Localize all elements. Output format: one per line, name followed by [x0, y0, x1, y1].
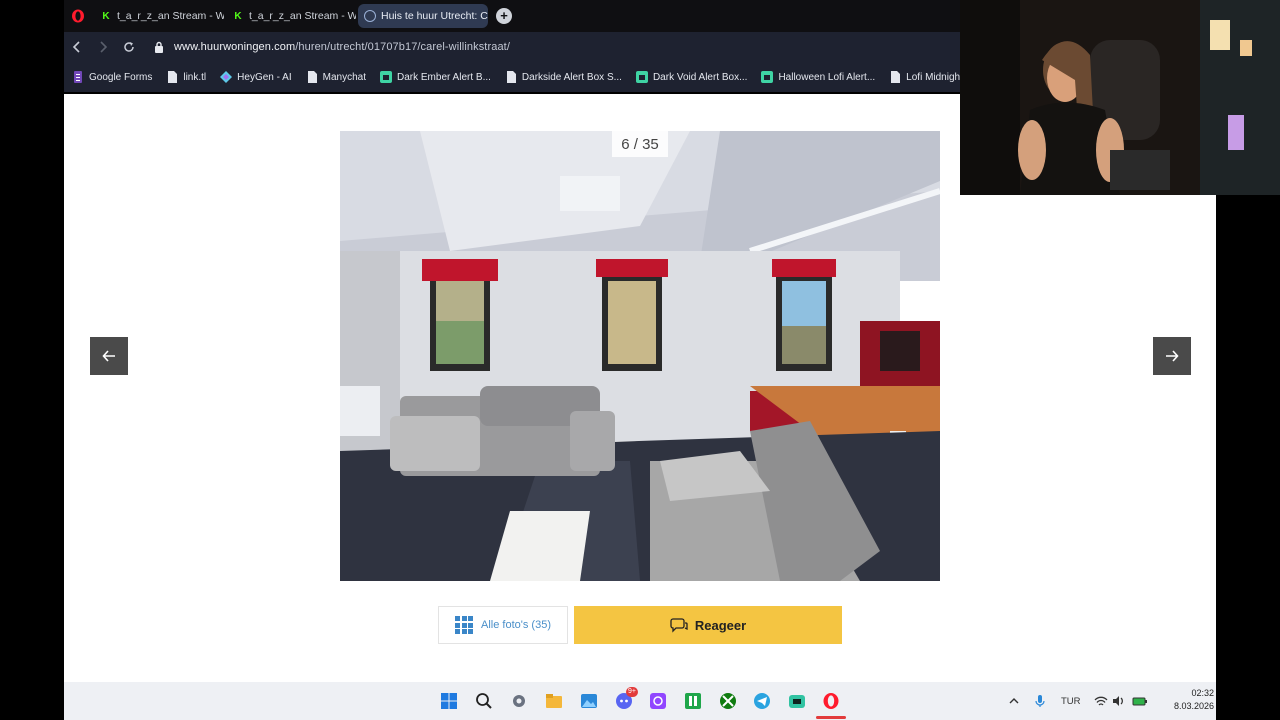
bookmark-label: Lofi Midnight Widg...	[906, 71, 960, 83]
volume-icon[interactable]	[1112, 692, 1126, 710]
streamelements-icon	[635, 71, 648, 83]
reload-button[interactable]	[116, 34, 142, 60]
photos-icon[interactable]	[580, 692, 598, 710]
page-icon	[891, 71, 901, 83]
bookmark-manychat[interactable]: Manychat	[306, 71, 366, 83]
tab-title: t_a_r_z_an Stream - Watch	[249, 10, 356, 22]
search-icon[interactable]	[475, 692, 493, 710]
bookmark-label: HeyGen - AI	[237, 71, 292, 83]
previous-photo-button[interactable]	[90, 337, 128, 375]
telegram-icon[interactable]	[753, 692, 771, 710]
chat-bubble-icon	[670, 618, 688, 633]
forward-button[interactable]	[90, 34, 116, 60]
globe-icon	[364, 10, 376, 22]
respond-label: Reageer	[694, 617, 747, 633]
url-domain: www.huurwoningen.com	[174, 41, 296, 53]
spreadsheet-icon[interactable]	[684, 692, 702, 710]
url-path: /huren/utrecht/01707b17/carel-willinkstr…	[295, 41, 510, 53]
bookmark-dark-ember[interactable]: Dark Ember Alert B...	[379, 71, 491, 83]
streamlabs-icon[interactable]	[788, 692, 806, 710]
bookmark-label: Dark Ember Alert B...	[396, 71, 491, 83]
google-forms-icon	[74, 71, 82, 83]
address-bar: www.huurwoningen.com/huren/utrecht/01707…	[64, 32, 960, 62]
system-clock[interactable]: 02:32 8.03.2026	[1158, 687, 1214, 713]
tab-title: t_a_r_z_an Stream - Watch	[117, 10, 224, 22]
page-icon	[506, 71, 516, 83]
tab-title: Huis te huur Utrecht: Care	[381, 10, 488, 22]
bookmark-halloween-lofi[interactable]: Halloween Lofi Alert...	[761, 71, 875, 83]
kick-icon: K	[102, 10, 110, 22]
arrow-right-icon	[1166, 350, 1179, 362]
start-menu-icon[interactable]	[440, 692, 458, 710]
next-photo-button[interactable]	[1153, 337, 1191, 375]
wifi-icon[interactable]	[1094, 692, 1108, 710]
page-icon	[168, 71, 178, 83]
microphone-icon[interactable]	[1034, 692, 1046, 710]
active-app-indicator	[816, 716, 846, 719]
all-photos-label: Alle foto's (35)	[481, 619, 551, 631]
xbox-icon[interactable]	[719, 692, 737, 710]
bookmark-heygen[interactable]: HeyGen - AI	[220, 71, 292, 83]
clock-time: 02:32	[1191, 688, 1214, 698]
streamelements-icon	[761, 71, 774, 83]
webcam-overlay	[960, 0, 1280, 195]
url-field[interactable]: www.huurwoningen.com/huren/utrecht/01707…	[174, 41, 510, 53]
opera-browser-icon[interactable]	[822, 692, 840, 710]
bookmark-label: Darkside Alert Box S...	[521, 71, 622, 83]
tab-huurwoningen[interactable]: Huis te huur Utrecht: Care	[358, 4, 488, 28]
chevron-up-icon[interactable]	[1008, 692, 1020, 710]
bookmark-label: Dark Void Alert Box...	[652, 71, 748, 83]
twitch-studio-icon[interactable]	[649, 692, 667, 710]
bookmark-google-forms[interactable]: Google Forms	[72, 71, 152, 83]
back-button[interactable]	[64, 34, 90, 60]
battery-icon[interactable]	[1132, 692, 1148, 710]
bookmarks-bar: Google Forms link.tl HeyGen - AI Manycha…	[64, 62, 960, 92]
page-icon	[307, 71, 317, 83]
file-explorer-icon[interactable]	[545, 692, 563, 710]
heygen-icon	[220, 71, 233, 83]
bookmark-linktl[interactable]: link.tl	[166, 71, 206, 83]
bookmark-label: Manychat	[322, 71, 366, 83]
respond-button[interactable]: Reageer	[574, 606, 842, 644]
opera-logo-icon[interactable]	[68, 6, 88, 26]
windows-taskbar: 9+ TUR 02:32 8.03.2026	[64, 682, 1216, 720]
settings-gear-icon[interactable]	[510, 692, 528, 710]
clock-date: 8.03.2026	[1173, 701, 1214, 711]
listing-photo[interactable]	[340, 131, 940, 581]
tab-kick-2[interactable]: K t_a_r_z_an Stream - Watch	[226, 4, 356, 28]
grid-icon	[455, 616, 474, 634]
bookmark-lofi-midnight[interactable]: Lofi Midnight Widg...	[889, 71, 960, 83]
streamelements-icon	[379, 71, 392, 83]
new-tab-button[interactable]: +	[496, 8, 512, 24]
input-language[interactable]: TUR	[1061, 682, 1081, 720]
browser-tab-bar: K t_a_r_z_an Stream - Watch K t_a_r_z_an…	[64, 0, 960, 32]
all-photos-button[interactable]: Alle foto's (35)	[438, 606, 568, 644]
bookmark-label: Halloween Lofi Alert...	[778, 71, 876, 83]
photo-counter: 6 / 35	[612, 131, 668, 157]
bookmark-label: Google Forms	[89, 71, 153, 83]
bookmark-label: link.tl	[183, 71, 207, 83]
discord-notification-badge: 9+	[626, 687, 638, 697]
kick-icon: K	[234, 10, 242, 22]
lock-icon[interactable]	[152, 40, 166, 54]
bookmark-darkside[interactable]: Darkside Alert Box S...	[505, 71, 622, 83]
bookmark-dark-void[interactable]: Dark Void Alert Box...	[635, 71, 748, 83]
tab-kick-1[interactable]: K t_a_r_z_an Stream - Watch	[94, 4, 224, 28]
screen: K t_a_r_z_an Stream - Watch K t_a_r_z_an…	[0, 0, 1280, 720]
arrow-left-icon	[102, 350, 115, 362]
